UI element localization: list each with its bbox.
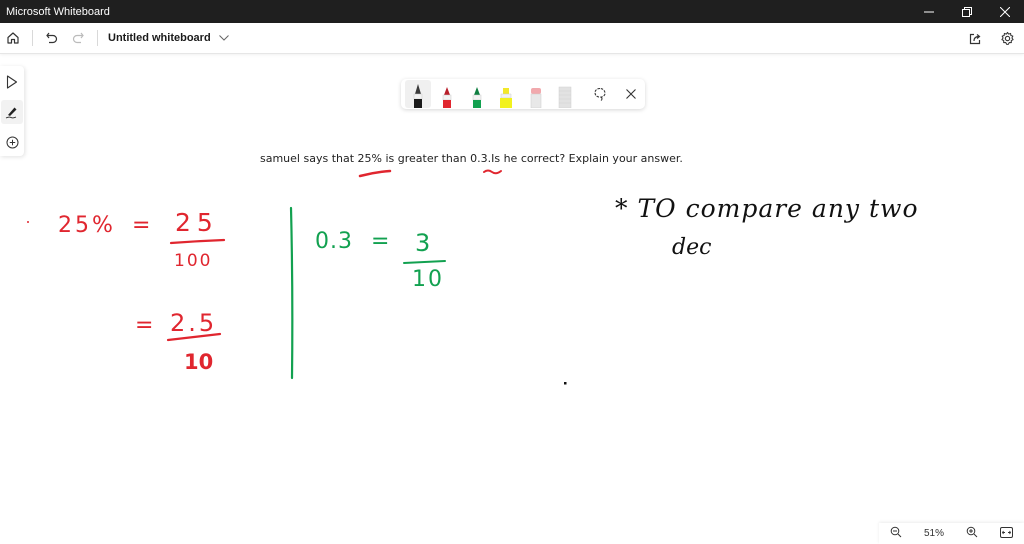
add-content-button[interactable] xyxy=(1,130,23,154)
green-pen-icon xyxy=(472,87,482,108)
ink-tilde-0-3 xyxy=(483,169,502,175)
zoom-in-icon xyxy=(966,526,978,538)
ink-fraction-bar-3 xyxy=(403,260,446,264)
ink-text-note-line-1: * TO compare any two xyxy=(615,194,919,223)
black-pen-button[interactable] xyxy=(405,80,431,108)
highlighter-icon xyxy=(500,88,513,108)
ink-text-denominator-10-green: 10 xyxy=(412,267,444,292)
zoom-in-button[interactable] xyxy=(966,526,978,541)
settings-icon xyxy=(1000,31,1014,45)
yellow-highlighter-button[interactable] xyxy=(494,80,520,108)
ink-text-25-percent: 25% xyxy=(58,213,116,238)
divider xyxy=(97,30,98,46)
pointer-icon xyxy=(6,75,18,89)
question-text: samuel says that 25% is greater than 0.3… xyxy=(260,152,683,165)
ink-text-denominator-10: 10 xyxy=(184,350,214,374)
ink-vertical-divider xyxy=(289,206,294,380)
appbar-actions xyxy=(962,23,1024,54)
ink-stray-dot xyxy=(27,221,29,223)
green-pen-button[interactable] xyxy=(464,80,490,108)
red-pen-icon xyxy=(443,87,452,108)
board-title: Untitled whiteboard xyxy=(108,32,211,44)
fit-to-screen-icon xyxy=(999,526,1013,538)
whiteboard-canvas[interactable]: samuel says that 25% is greater than 0.3… xyxy=(0,55,1024,544)
undo-button[interactable] xyxy=(39,25,65,51)
ink-stray-dot-black xyxy=(564,382,567,385)
divider xyxy=(32,30,33,46)
share-icon xyxy=(969,33,981,44)
close-icon xyxy=(1000,6,1010,17)
ink-layer xyxy=(27,169,567,385)
ink-underline-25-percent xyxy=(358,169,392,178)
window-title: Microsoft Whiteboard xyxy=(6,5,110,18)
eraser-button[interactable] xyxy=(523,80,549,108)
undo-icon xyxy=(46,32,58,44)
ink-text-numerator-25: 25 xyxy=(175,208,219,237)
ink-text-equals-3: = xyxy=(371,229,390,254)
board-title-button[interactable]: Untitled whiteboard xyxy=(108,32,229,44)
ink-text-denominator-100: 100 xyxy=(174,251,213,271)
window-controls xyxy=(910,0,1024,23)
window-titlebar: Microsoft Whiteboard xyxy=(0,0,1024,23)
lasso-select-button[interactable] xyxy=(586,80,613,108)
ink-text-equals-1: = xyxy=(132,213,151,238)
ink-text-numerator-3: 3 xyxy=(415,229,431,257)
share-button[interactable] xyxy=(962,26,988,52)
ink-text-0-3: 0.3 xyxy=(315,229,353,254)
home-button[interactable] xyxy=(0,25,26,51)
zoom-controls: 51% xyxy=(879,523,1024,544)
fit-to-screen-button[interactable] xyxy=(999,526,1013,541)
black-pen-icon xyxy=(413,84,422,108)
ink-text-note-line-2: dec xyxy=(672,235,712,260)
ink-text-numerator-2-5: 2.5 xyxy=(170,309,218,337)
ink-toolbar xyxy=(401,79,645,109)
chevron-down-icon xyxy=(218,35,229,41)
select-tool-button[interactable] xyxy=(1,70,23,94)
zoom-level: 51% xyxy=(923,528,944,539)
minimize-icon xyxy=(924,11,934,12)
restore-icon xyxy=(962,6,972,17)
settings-button[interactable] xyxy=(994,26,1020,52)
eraser-icon xyxy=(530,88,542,108)
app-bar: Untitled whiteboard xyxy=(0,23,1024,54)
pen-icon xyxy=(5,107,17,119)
restore-button[interactable] xyxy=(948,0,986,23)
ink-text-equals-2: = xyxy=(135,313,154,338)
zoom-out-button[interactable] xyxy=(890,526,902,541)
add-circle-icon xyxy=(6,136,18,148)
home-icon xyxy=(7,32,19,44)
ruler-button[interactable] xyxy=(553,80,579,108)
close-window-button[interactable] xyxy=(986,0,1024,23)
redo-icon xyxy=(72,32,84,44)
zoom-out-icon xyxy=(890,526,902,538)
minimize-button[interactable] xyxy=(910,0,948,23)
ruler-icon xyxy=(559,86,572,108)
lasso-icon xyxy=(594,87,606,101)
redo-button[interactable] xyxy=(65,25,91,51)
close-toolbar-button[interactable] xyxy=(618,80,645,108)
inking-tool-button[interactable] xyxy=(1,100,23,124)
red-pen-button[interactable] xyxy=(435,80,461,108)
close-icon xyxy=(626,89,637,99)
ink-fraction-bar-1 xyxy=(169,238,226,245)
left-tool-rail xyxy=(0,66,24,156)
